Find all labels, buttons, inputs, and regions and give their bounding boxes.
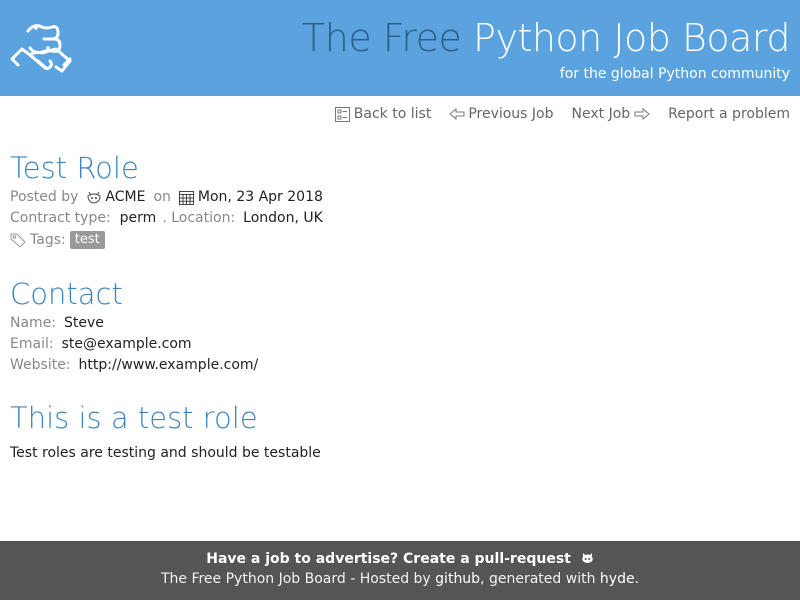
location-value: London, UK	[243, 210, 323, 226]
contact-name-value: Steve	[64, 315, 104, 331]
contact-website-label: Website:	[10, 357, 71, 373]
on-label: on	[153, 189, 171, 205]
footer-period: .	[634, 571, 640, 587]
site-footer: Have a job to advertise? Create a pull-r…	[0, 541, 800, 600]
contact-name-line: Name: Steve	[10, 315, 104, 331]
next-job-link[interactable]: Next Job	[572, 106, 651, 122]
back-to-list-link[interactable]: Back to list	[334, 106, 432, 122]
contact-heading: Contact	[10, 277, 123, 311]
contact-email-link[interactable]: ste@example.com	[62, 336, 192, 352]
site-tagline: for the global Python community	[559, 66, 790, 82]
footer-cta: Have a job to advertise? Create a pull-r…	[0, 551, 800, 567]
next-job-label: Next Job	[571, 106, 631, 122]
footer-generated-text: , generated with	[480, 571, 596, 587]
hyde-link[interactable]: hyde	[600, 571, 635, 587]
footer-credits-prefix: The Free Python Job Board - Hosted by	[160, 571, 431, 587]
job-title: Test Role	[10, 151, 139, 185]
posted-by-label: Posted by	[10, 189, 79, 205]
arrow-left-icon	[449, 108, 465, 120]
previous-job-link[interactable]: Previous Job	[449, 106, 554, 122]
tag-icon	[10, 233, 26, 248]
tags-line: Tags: test	[10, 231, 105, 249]
report-problem-link[interactable]: Report a problem	[668, 106, 790, 122]
contact-email-line: Email: ste@example.com	[10, 336, 192, 352]
contract-type-value: perm	[119, 210, 157, 226]
arrow-right-icon	[634, 108, 650, 120]
site-title[interactable]: The Free Python Job Board	[302, 13, 790, 63]
contact-website-line: Website: http://www.example.com/	[10, 357, 258, 373]
company-icon	[87, 191, 101, 204]
site-title-part1: The Free	[302, 16, 462, 60]
company-name[interactable]: ACME	[105, 189, 145, 205]
description-heading: This is a test role	[10, 401, 258, 435]
handshake-logo-icon[interactable]	[8, 17, 74, 83]
contract-type-label: Contract type:	[10, 210, 111, 226]
create-pull-request-link[interactable]: Have a job to advertise? Create a pull-r…	[206, 551, 571, 567]
contract-location-line: Contract type: perm . Location: London, …	[10, 210, 323, 226]
description-text: Test roles are testing and should be tes…	[10, 445, 321, 461]
tag-badge[interactable]: test	[69, 231, 105, 249]
previous-job-label: Previous Job	[468, 106, 554, 122]
site-title-part2: Python Job Board	[473, 16, 790, 60]
posted-by-line: Posted by ACME on Mon, 23 Apr 2018	[10, 189, 323, 205]
footer-credits: The Free Python Job Board - Hosted by gi…	[0, 571, 800, 587]
contact-website-link[interactable]: http://www.example.com/	[79, 357, 259, 373]
job-navigation: Back to list Previous Job Next Job Repor…	[334, 106, 790, 122]
github-link[interactable]: github	[435, 571, 480, 587]
github-octocat-icon	[581, 553, 593, 563]
tags-label: Tags:	[30, 232, 66, 248]
contact-name-label: Name:	[10, 315, 57, 331]
contact-email-label: Email:	[10, 336, 54, 352]
report-problem-label: Report a problem	[668, 106, 790, 122]
site-header: The Free Python Job Board for the global…	[0, 0, 800, 96]
back-to-list-label: Back to list	[353, 106, 432, 122]
posted-date: Mon, 23 Apr 2018	[197, 189, 323, 205]
list-icon	[334, 106, 350, 122]
location-label: . Location:	[162, 210, 236, 226]
calendar-icon	[178, 190, 194, 205]
